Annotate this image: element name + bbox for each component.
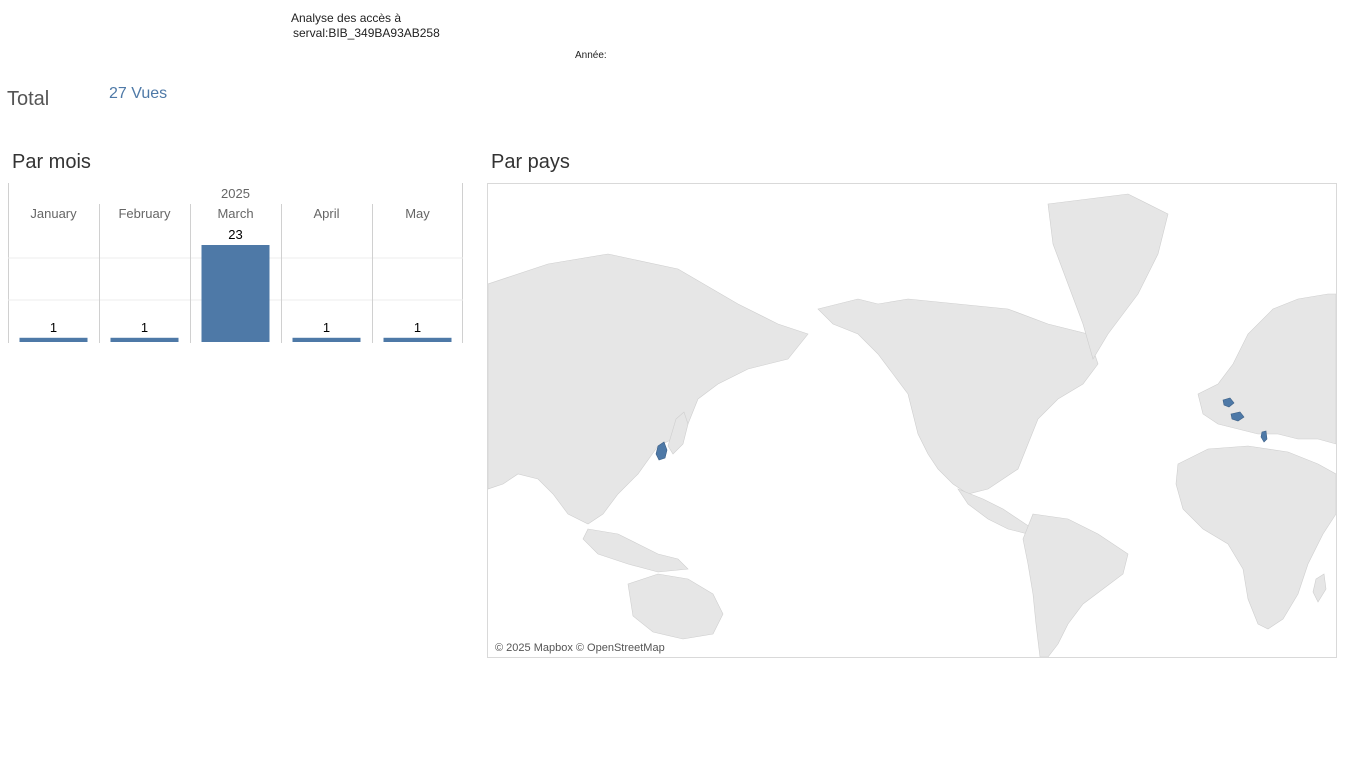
page-title-line2: serval:BIB_349BA93AB258	[293, 26, 440, 40]
chart-data-label: 1	[323, 320, 330, 335]
land-africa	[1175, 445, 1336, 630]
land-asia	[488, 253, 809, 525]
month-chart-svg: 2025 January 1 February 1 March 23 April 1 May 1	[8, 183, 463, 343]
chart-data-label: 1	[50, 320, 57, 335]
chart-data-label: 23	[228, 227, 242, 242]
chart-data-label: 1	[414, 320, 421, 335]
country-albania	[1260, 430, 1268, 443]
chart-year-label: 2025	[221, 186, 250, 201]
land-europe	[1197, 293, 1336, 445]
chart-month-label: March	[217, 206, 253, 221]
year-filter-label: Année:	[575, 50, 607, 61]
map-land	[488, 193, 1336, 657]
land-south-america	[1022, 513, 1129, 657]
chart-bar	[383, 337, 452, 342]
total-views-value: 27 Vues	[109, 85, 168, 102]
chart-bar	[201, 245, 270, 342]
map-attribution[interactable]: © 2025 Mapbox © OpenStreetMap	[495, 642, 665, 654]
page-title-line1: Analyse des accès à	[291, 11, 402, 25]
by-month-title: Par mois	[12, 151, 91, 173]
world-map-svg	[488, 193, 1336, 657]
chart-data-label: 1	[141, 320, 148, 335]
chart-month-label: April	[313, 206, 339, 221]
land-australia	[627, 573, 724, 640]
by-country-title: Par pays	[491, 151, 570, 173]
chart-month-label: January	[30, 206, 77, 221]
chart-month-label: May	[405, 206, 430, 221]
land-sea-islands	[582, 528, 689, 573]
chart-month-label: February	[118, 206, 171, 221]
land-north-america	[817, 298, 1099, 495]
total-label: Total	[7, 88, 50, 110]
land-central-america	[957, 488, 1034, 535]
month-bar-chart: 2025 January 1 February 1 March 23 April 1 May 1	[8, 183, 463, 343]
chart-bar	[110, 337, 179, 342]
chart-bar	[292, 337, 361, 342]
chart-bar	[19, 337, 88, 342]
land-madagascar	[1312, 573, 1327, 603]
country-map[interactable]: © 2025 Mapbox © OpenStreetMap	[487, 183, 1337, 658]
